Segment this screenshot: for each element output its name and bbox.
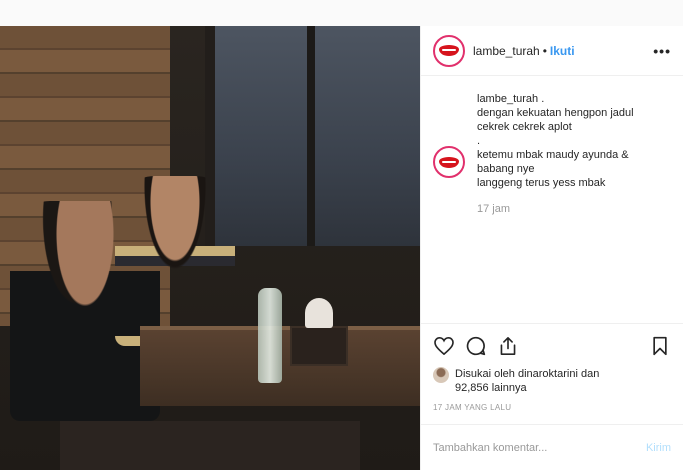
post-photo[interactable] (0, 26, 420, 470)
comments-area: lambe_turah . dengan kekuatan hengpon ja… (421, 76, 683, 323)
likes-text-line1: Disukai oleh dinaroktarini dan (455, 368, 600, 380)
caption-text: lambe_turah . dengan kekuatan hengpon ja… (477, 92, 634, 216)
photo-foreground (60, 421, 360, 470)
post-timestamp[interactable]: 17 JAM YANG LALU (421, 395, 683, 412)
heart-icon[interactable] (433, 335, 455, 357)
lips-logo-icon (439, 156, 459, 168)
caption-line: babang nye (477, 163, 535, 175)
liker-avatar[interactable] (433, 367, 449, 383)
post-container: lambe_turah • Ikuti ••• lambe_turah . de… (0, 26, 683, 470)
caption-line: cekrek cekrek aplot (477, 121, 572, 133)
header-separator: • (542, 43, 547, 58)
caption-line: langgeng terus yess mbak (477, 177, 606, 189)
bookmark-icon[interactable] (649, 335, 671, 357)
lips-logo-icon (439, 45, 459, 56)
photo-tissue-box (290, 326, 348, 366)
caption-line: ketemu mbak maudy ayunda & (477, 149, 629, 161)
caption-line: . (477, 135, 481, 147)
caption-time[interactable]: 17 jam (477, 202, 634, 216)
share-icon[interactable] (497, 335, 519, 357)
likes-text[interactable]: Disukai oleh dinaroktarini dan 92,856 la… (455, 367, 599, 395)
action-bar (421, 323, 683, 367)
follow-button[interactable]: Ikuti (550, 44, 575, 58)
comment-icon[interactable] (465, 335, 487, 357)
comment-input[interactable]: Tambahkan komentar... (433, 442, 547, 454)
add-comment-bar: Tambahkan komentar... Kirim (421, 424, 683, 470)
likes-line: Disukai oleh dinaroktarini dan 92,856 la… (421, 367, 683, 395)
caption-line: lambe_turah . (477, 93, 545, 105)
post-header: lambe_turah • Ikuti ••• (421, 26, 683, 76)
photo-bottle (258, 288, 282, 383)
caption-block: lambe_turah . dengan kekuatan hengpon ja… (433, 92, 671, 216)
profile-avatar[interactable] (433, 34, 465, 67)
caption-avatar[interactable] (433, 146, 465, 178)
caption-line: dengan kekuatan hengpon jadul (477, 107, 634, 119)
post-sidebar: lambe_turah • Ikuti ••• lambe_turah . de… (420, 26, 683, 470)
photo-window-frame (307, 26, 315, 246)
send-comment-button[interactable]: Kirim (646, 442, 671, 454)
photo-tissue (305, 298, 333, 328)
photo-person-right (115, 176, 235, 346)
header-username[interactable]: lambe_turah (473, 44, 540, 58)
likes-text-line2: 92,856 lainnya (455, 382, 527, 394)
more-options-icon[interactable]: ••• (653, 43, 671, 59)
